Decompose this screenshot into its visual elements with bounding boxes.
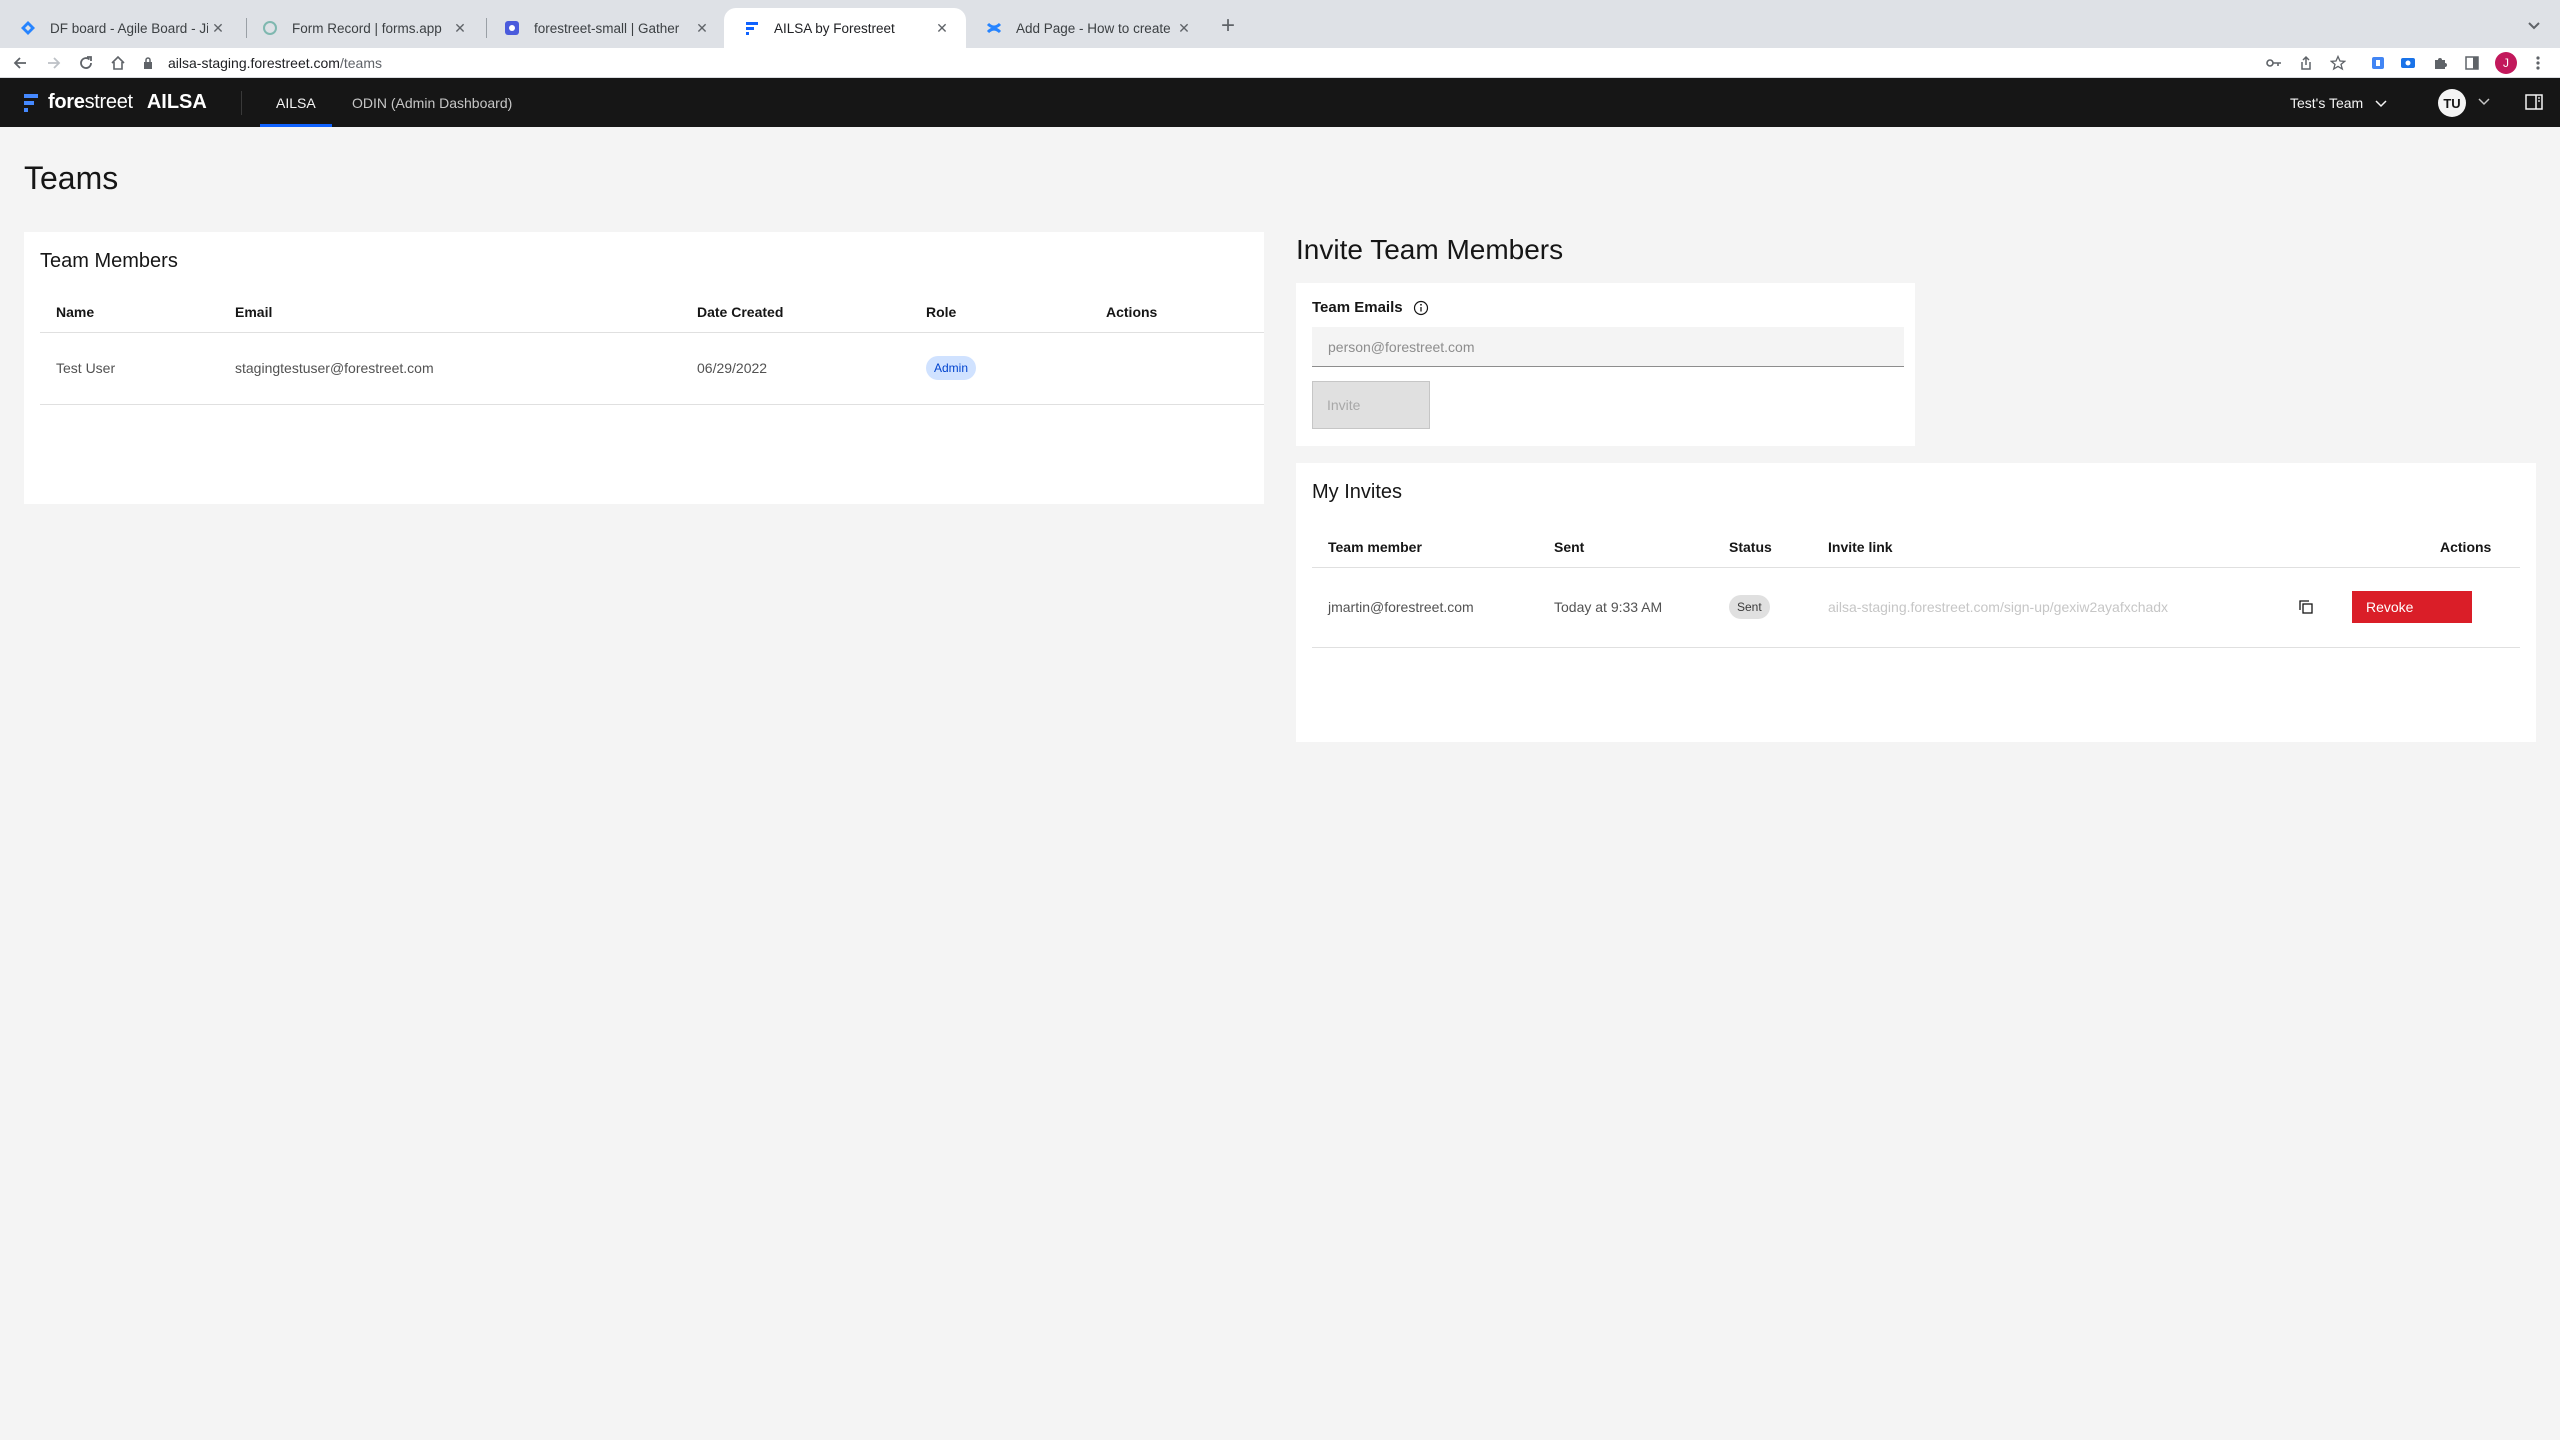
browser-tab-confluence[interactable]: Add Page - How to create user ✕ — [966, 8, 1208, 48]
tab-title: DF board - Agile Board - Jira — [50, 20, 208, 36]
extension-screen-icon[interactable] — [2396, 51, 2420, 75]
browser-tab-strip: DF board - Agile Board - Jira ✕ Form Rec… — [0, 0, 2560, 48]
table-header-row: Team member Sent Status Invite link Acti… — [1312, 527, 2520, 567]
team-members-tile: Team Members Name Email Date Created Rol… — [24, 232, 1264, 504]
table-header-row: Name Email Date Created Role Actions — [40, 292, 1264, 332]
gather-icon — [504, 20, 520, 36]
column-header-name[interactable]: Name — [40, 292, 219, 332]
close-tab-icon[interactable]: ✕ — [692, 18, 712, 38]
chevron-down-icon — [2375, 95, 2387, 111]
address-bar[interactable]: ailsa-staging.forestreet.com/teams — [140, 50, 2240, 76]
product-name: AILSA — [146, 91, 207, 113]
column-header-date-created[interactable]: Date Created — [681, 292, 910, 332]
app-header: forestreet AILSA AILSA ODIN (Admin Dashb… — [0, 78, 2560, 127]
invite-actions-cell: Revoke — [2230, 567, 2520, 647]
confluence-icon — [986, 20, 1002, 36]
team-emails-input[interactable] — [1312, 327, 1904, 367]
close-tab-icon[interactable]: ✕ — [450, 18, 470, 38]
extension-translate-icon[interactable] — [2366, 51, 2390, 75]
column-header-role[interactable]: Role — [910, 292, 1090, 332]
browser-toolbar: ailsa-staging.forestreet.com/teams J — [0, 48, 2560, 78]
team-emails-label-row: Team Emails — [1312, 299, 1429, 316]
page-title: Teams — [24, 160, 119, 196]
team-selector[interactable]: Test's Team — [2290, 78, 2387, 127]
member-actions-cell — [1090, 332, 1264, 404]
key-icon[interactable] — [2262, 51, 2286, 75]
info-icon[interactable] — [1413, 300, 1429, 316]
extensions-puzzle-icon[interactable] — [2428, 51, 2452, 75]
status-badge: Sent — [1729, 595, 1770, 619]
column-header-status[interactable]: Status — [1713, 527, 1812, 567]
forestreet-logo-icon — [24, 93, 38, 112]
bookmark-star-icon[interactable] — [2326, 51, 2350, 75]
header-divider — [241, 91, 242, 115]
revoke-button[interactable]: Revoke — [2352, 591, 2472, 623]
team-members-title: Team Members — [40, 250, 178, 272]
column-header-actions: Actions — [1106, 303, 1158, 320]
new-tab-button[interactable]: + — [1214, 12, 1242, 40]
tab-title: Add Page - How to create user — [1016, 20, 1174, 36]
invite-form-tile: Team Emails Invite — [1296, 283, 1915, 446]
copy-link-icon[interactable] — [2296, 597, 2316, 617]
forms-app-icon — [262, 20, 278, 36]
url-host: ailsa-staging.forestreet.com — [168, 55, 340, 71]
forward-icon[interactable] — [42, 51, 66, 75]
table-row: Test User stagingtestuser@forestreet.com… — [40, 332, 1264, 404]
member-date-created: 06/29/2022 — [697, 360, 768, 376]
column-header-invite-link: Invite link — [1828, 538, 1893, 555]
browser-tab-jira[interactable]: DF board - Agile Board - Jira ✕ — [0, 8, 242, 48]
url-path: /teams — [339, 55, 382, 71]
invite-status-cell: Sent — [1713, 567, 1812, 647]
team-emails-label: Team Emails — [1312, 299, 1403, 316]
browser-tab-forms[interactable]: Form Record | forms.app ✕ — [242, 8, 484, 48]
my-invites-title: My Invites — [1312, 481, 1403, 503]
browser-tab-gather[interactable]: forestreet-small | Gather ✕ — [484, 8, 726, 48]
column-header-team-member[interactable]: Team member — [1312, 527, 1538, 567]
share-icon[interactable] — [2294, 51, 2318, 75]
column-header-sent[interactable]: Sent — [1538, 527, 1713, 567]
invite-link[interactable]: ailsa-staging.forestreet.com/sign-up/gex… — [1812, 567, 2230, 647]
my-invites-tile: My Invites Team member Sent Status Invit… — [1296, 463, 2536, 742]
home-icon[interactable] — [106, 51, 130, 75]
browser-menu-icon[interactable] — [2526, 51, 2550, 75]
nav-ailsa[interactable]: AILSA — [260, 78, 332, 127]
member-name: Test User — [56, 360, 116, 376]
brand-logo[interactable]: forestreet AILSA — [24, 78, 207, 127]
nav-odin-admin-dashboard[interactable]: ODIN (Admin Dashboard) — [336, 78, 528, 127]
browser-profile-avatar[interactable]: J — [2494, 51, 2518, 75]
member-role-cell: Admin — [910, 332, 1090, 404]
column-header-actions: Actions — [2440, 538, 2492, 555]
team-members-table: Name Email Date Created Role Actions Tes… — [40, 292, 1264, 405]
invite-sent-time: Today at 9:33 AM — [1554, 599, 1663, 615]
close-tab-icon[interactable]: ✕ — [1174, 18, 1194, 38]
side-panel-icon[interactable] — [2460, 51, 2484, 75]
close-tab-icon[interactable]: ✕ — [932, 18, 952, 38]
tab-title: forestreet-small | Gather — [534, 20, 680, 36]
invite-button[interactable]: Invite — [1312, 381, 1430, 429]
tab-title: Form Record | forms.app — [292, 20, 442, 36]
table-row: jmartin@forestreet.com Today at 9:33 AM … — [1312, 567, 2520, 647]
close-tab-icon[interactable]: ✕ — [208, 18, 228, 38]
tab-search-icon[interactable] — [2522, 14, 2546, 38]
user-avatar[interactable]: TU — [2438, 89, 2466, 117]
tab-title: AILSA by Forestreet — [774, 20, 895, 36]
reload-icon[interactable] — [74, 51, 98, 75]
chevron-down-icon[interactable] — [2476, 94, 2492, 110]
team-selector-label: Test's Team — [2290, 94, 2364, 111]
brand-wordmark: forestreet — [48, 91, 133, 113]
browser-tab-ailsa[interactable]: AILSA by Forestreet ✕ — [724, 8, 966, 48]
role-badge: Admin — [926, 356, 977, 380]
invite-member-email: jmartin@forestreet.com — [1328, 599, 1474, 615]
member-email: stagingtestuser@forestreet.com — [235, 360, 434, 376]
invite-team-members-heading: Invite Team Members — [1296, 234, 1564, 265]
jira-icon — [20, 20, 36, 36]
column-header-email[interactable]: Email — [219, 292, 681, 332]
my-invites-table: Team member Sent Status Invite link Acti… — [1312, 527, 2520, 648]
lock-icon[interactable] — [140, 57, 156, 69]
back-icon[interactable] — [8, 51, 32, 75]
side-panel-toggle-icon[interactable] — [2524, 92, 2544, 112]
forestreet-icon — [744, 20, 760, 36]
